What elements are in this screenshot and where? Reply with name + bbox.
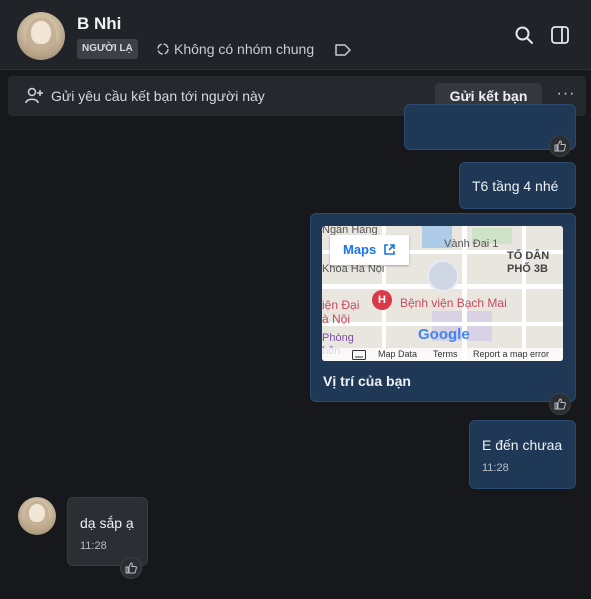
message-bubble[interactable]: dạ sắp ạ 11:28 [67,497,148,566]
map-place-label: Phòng [322,332,354,344]
thumbs-up-icon [554,140,566,152]
contact-name[interactable]: B Nhi [77,14,121,34]
friend-request-text: Gửi yêu cầu kết bạn tới người này [51,88,265,104]
map-place-label: Vành Đai 1 [444,238,499,250]
search-button[interactable] [512,23,536,47]
google-logo: Google [418,326,470,343]
tag-icon[interactable] [334,43,352,57]
add-person-icon [25,87,43,104]
location-caption: Vị trí của bạn [323,373,411,389]
map-place-label: PHỐ 3B [507,263,548,275]
user-location-marker [427,260,459,292]
external-link-icon [384,244,395,255]
stranger-badge: NGƯỜI LẠ [77,39,138,59]
message-text: T6 tầng 4 nhé [472,178,559,194]
react-button[interactable] [120,557,142,579]
message-text: dạ sắp ạ [80,515,134,531]
keyboard-icon[interactable] [352,350,366,360]
sender-avatar[interactable] [18,497,56,535]
react-button[interactable] [549,393,571,415]
common-groups[interactable]: Không có nhóm chung [156,41,314,57]
map-place-label: à Nội [322,312,351,326]
map-place-label: Bệnh viện Bạch Mai [400,296,507,310]
thumbs-up-icon [554,398,566,410]
open-in-maps-button[interactable]: Maps [330,235,409,265]
map-place-label: TỐ DÂN [507,250,550,262]
hospital-pin[interactable]: H [372,290,392,310]
map-data-label: Map Data [378,349,418,359]
react-button[interactable] [549,135,571,157]
search-icon [515,26,533,44]
report-map-error-link[interactable]: Report a map error [473,349,549,359]
thumbs-up-icon [125,562,137,574]
map-place-label: iện Đại [322,298,360,312]
message-bubble[interactable]: T6 tầng 4 nhé [459,162,576,209]
chat-header: B Nhi NGƯỜI LẠ Không có nhóm chung [0,0,591,70]
location-map[interactable]: Ngân Hàng Khoa Hà Nội Vành Đai 1 TỐ DÂN … [322,226,563,361]
map-attribution: Map Data Terms Report a map error [322,348,563,361]
contact-avatar[interactable] [17,12,65,60]
group-icon [157,43,169,55]
message-text: E đến chưaa [482,437,563,453]
message-bubble[interactable]: E đến chưaa 11:28 [469,420,576,489]
open-in-maps-label: Maps [343,242,377,257]
message-time: 11:28 [482,462,509,474]
common-groups-label: Không có nhóm chung [174,41,315,57]
message-time: 11:28 [80,540,107,552]
map-terms-link[interactable]: Terms [433,349,458,359]
sidebar-toggle-icon [551,26,569,44]
toggle-sidebar-button[interactable] [548,23,572,47]
